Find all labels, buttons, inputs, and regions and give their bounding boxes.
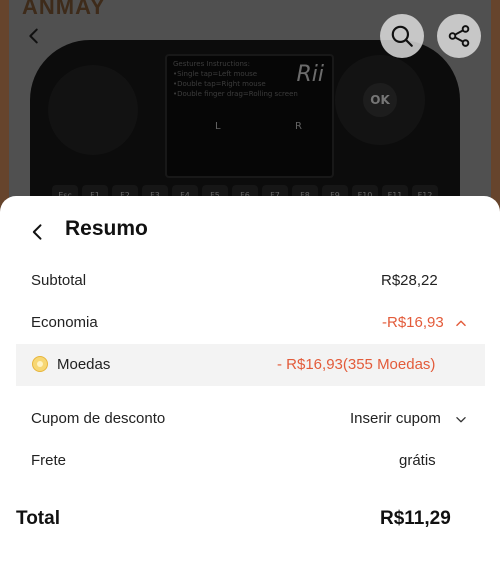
economia-label: Economia [31, 314, 98, 331]
coin-icon [32, 356, 48, 372]
cupom-label: Cupom de desconto [31, 410, 166, 427]
product-image: ANMAY Gestures Instructions: •Single tap… [0, 0, 500, 215]
moedas-row: Moedas - R$16,93(355 Moedas) [0, 344, 500, 386]
share-icon [448, 25, 470, 47]
frete-row: Frete grátis [0, 440, 500, 482]
share-button[interactable] [437, 14, 481, 58]
back-button[interactable] [12, 14, 56, 58]
chevron-down-icon[interactable] [454, 413, 468, 427]
subtotal-label: Subtotal [31, 272, 87, 289]
frete-value: grátis [399, 452, 436, 469]
search-button[interactable] [380, 14, 424, 58]
sheet-title: Resumo [65, 217, 148, 240]
total-label: Total [16, 508, 60, 529]
moedas-label: Moedas [57, 356, 111, 373]
insert-coupon-link[interactable]: Inserir cupom [350, 410, 441, 427]
sheet-header: Resumo [0, 212, 500, 252]
search-icon [391, 25, 413, 47]
cupom-row[interactable]: Cupom de desconto Inserir cupom [0, 398, 500, 440]
moedas-value: - R$16,93(355 Moedas) [277, 356, 436, 373]
summary-sheet: Resumo Subtotal R$28,22 Economia -R$16,9… [0, 196, 500, 581]
total-value: R$11,29 [380, 508, 451, 529]
chevron-left-icon [29, 28, 38, 44]
sheet-back-button[interactable] [24, 218, 52, 246]
subtotal-row: Subtotal R$28,22 [0, 260, 500, 302]
subtotal-value: R$28,22 [381, 272, 438, 289]
total-row: Total R$11,29 [0, 500, 500, 536]
chevron-left-icon [32, 224, 42, 240]
economia-value: -R$16,93 [382, 314, 444, 331]
frete-label: Frete [31, 452, 67, 469]
chevron-up-icon[interactable] [454, 316, 468, 330]
modal-overlay[interactable] [0, 0, 500, 215]
economia-row[interactable]: Economia -R$16,93 [0, 302, 500, 344]
